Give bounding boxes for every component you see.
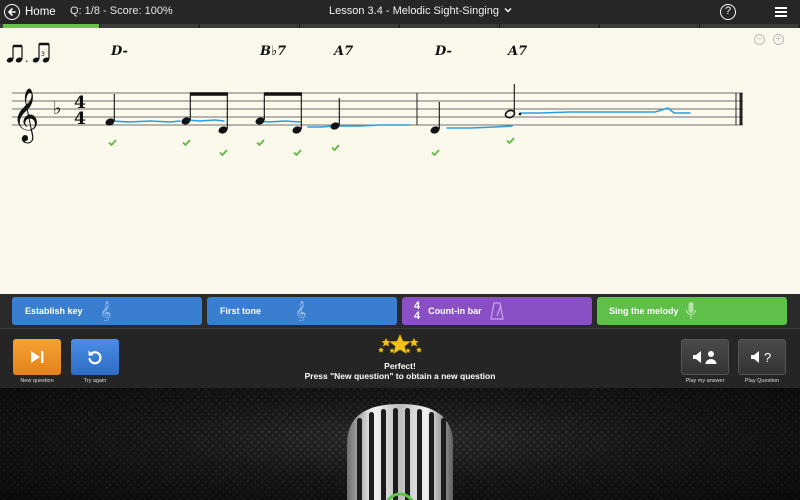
play-question-label: Play Question: [744, 378, 780, 384]
rating-stars-icon: [378, 333, 422, 355]
speaker-person-icon: [693, 351, 717, 364]
time-sig-bottom: 4: [74, 109, 86, 129]
svg-text:𝄞: 𝄞: [100, 301, 111, 321]
exercise-controls: Establish key 𝄞 First tone 𝄞 4 4 Count-i…: [0, 294, 800, 328]
flat-icon: ♭: [53, 98, 62, 119]
action-panel: New question Try again Perfect! Press "N…: [0, 328, 800, 388]
microphone-area: [0, 388, 800, 500]
microphone-icon: [347, 404, 453, 500]
first-tone-button[interactable]: First tone 𝄞: [207, 297, 397, 325]
check-icon: [108, 139, 117, 146]
score-sheet: − + . 3 D- B♭7 A7 D- A7 𝄞 ♭ 4 4: [0, 28, 800, 294]
metronome-icon: [490, 301, 504, 326]
home-button[interactable]: Home: [4, 3, 56, 21]
question-glyph: ?: [764, 350, 771, 365]
first-tone-label: First tone: [220, 306, 262, 316]
lesson-title: Lesson 3.4 - Melodic Sight-Singing: [329, 5, 499, 17]
sing-label: Sing the melody: [609, 306, 679, 316]
check-icon: [293, 149, 302, 156]
score-readout: Q: 1/8 - Score: 100%: [70, 5, 173, 17]
sing-the-melody-button[interactable]: Sing the melody: [597, 297, 787, 325]
establish-key-label: Establish key: [25, 306, 83, 316]
music-staff: 𝄞 ♭ 4 4: [12, 84, 743, 143]
play-my-answer-label: Play my answer: [685, 378, 725, 384]
microphone-icon: [685, 301, 697, 326]
treble-clef-icon: 𝄞: [12, 87, 39, 143]
check-icon: [182, 139, 191, 146]
feedback-title: Perfect!: [384, 361, 416, 371]
establish-key-button[interactable]: Establish key 𝄞: [12, 297, 202, 325]
home-label: Home: [25, 6, 56, 18]
check-icon: [431, 149, 440, 156]
check-icon: [506, 137, 515, 144]
count-in-time-signature: 4 4: [414, 301, 421, 322]
lesson-selector[interactable]: Lesson 3.4 - Melodic Sight-Singing: [329, 5, 512, 17]
chevron-down-icon: [504, 4, 512, 16]
check-icon: [256, 139, 265, 146]
speaker-question-icon: ?: [751, 350, 771, 365]
hamburger-menu-icon[interactable]: [775, 7, 787, 17]
help-button[interactable]: ?: [720, 4, 736, 20]
play-my-answer-button[interactable]: [681, 339, 729, 375]
count-in-label: Count-in bar: [428, 306, 482, 316]
treble-clef-icon: 𝄞: [100, 301, 112, 326]
ts-bottom: 4: [414, 310, 421, 322]
count-in-bar-button[interactable]: 4 4 Count-in bar: [402, 297, 592, 325]
check-icon: [219, 149, 228, 156]
svg-text:𝄞: 𝄞: [295, 301, 306, 321]
top-bar: Home Q: 1/8 - Score: 100% Lesson 3.4 - M…: [0, 0, 800, 24]
check-icon: [331, 144, 340, 151]
back-arrow-icon: [4, 4, 20, 20]
play-question-button[interactable]: ?: [738, 339, 786, 375]
treble-clef-icon: 𝄞: [295, 301, 307, 326]
